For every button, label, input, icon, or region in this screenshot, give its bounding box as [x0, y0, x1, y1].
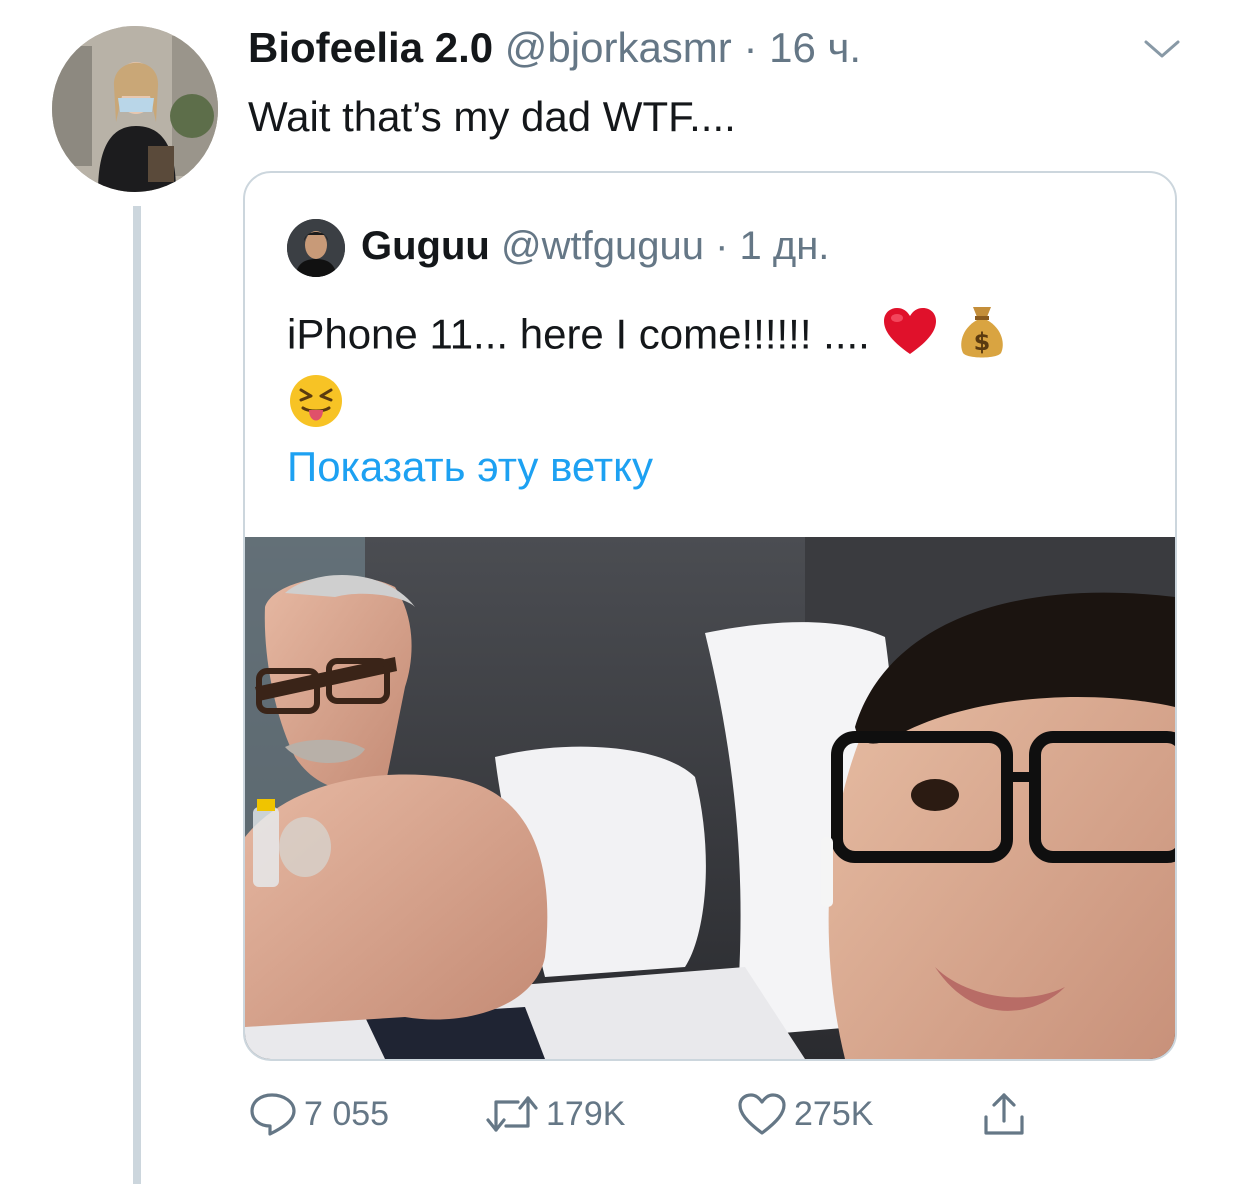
reply-button[interactable]: 7 055	[248, 1084, 389, 1144]
quoted-tweet-header: Guguu @wtfguguu · 1 дн.	[361, 221, 829, 271]
chevron-down-icon[interactable]	[1142, 34, 1182, 64]
quoted-tweet-text-block: iPhone 11... here I come!!!!!! .... $	[287, 303, 1147, 441]
red-heart-emoji	[882, 306, 938, 369]
tweet-page: Biofeelia 2.0 @bjorkasmr · 16 ч. Wait th…	[0, 0, 1236, 1184]
svg-text:$: $	[974, 328, 991, 356]
tweet-text: Wait that’s my dad WTF....	[248, 93, 736, 140]
heart-icon	[736, 1091, 788, 1137]
like-button[interactable]: 275K	[736, 1084, 873, 1144]
retweet-icon	[484, 1092, 540, 1136]
retweet-count: 179K	[546, 1094, 626, 1133]
retweet-button[interactable]: 179K	[484, 1084, 625, 1144]
show-thread-link[interactable]: Показать эту ветку	[287, 441, 653, 493]
avatar-photo	[52, 26, 218, 192]
money-bag-emoji: $	[957, 303, 1007, 372]
thread-line	[133, 206, 141, 1184]
tweet-header: Biofeelia 2.0 @bjorkasmr · 16 ч.	[248, 22, 861, 74]
tweet-photo[interactable]	[245, 537, 1175, 1059]
reply-count: 7 055	[304, 1094, 390, 1133]
quoted-user-avatar[interactable]	[287, 219, 345, 277]
like-count: 275K	[794, 1094, 874, 1133]
quoted-separator-dot: ·	[715, 224, 729, 268]
photo-image	[245, 537, 1175, 1059]
quoted-tweet-text: iPhone 11... here I come!!!!!! ....	[287, 310, 870, 358]
quoted-tweet[interactable]: Guguu @wtfguguu · 1 дн. iPhone 11... her…	[243, 171, 1177, 1061]
reply-icon	[248, 1091, 298, 1137]
user-handle[interactable]: @bjorkasmr	[505, 24, 732, 71]
quoted-avatar-photo	[287, 219, 345, 277]
quoted-user-handle[interactable]: @wtfguguu	[501, 224, 704, 268]
separator-dot: ·	[743, 24, 758, 71]
tweet-timestamp[interactable]: 16 ч.	[769, 24, 861, 71]
share-button[interactable]	[980, 1084, 1028, 1144]
display-name[interactable]: Biofeelia 2.0	[248, 24, 493, 71]
share-icon	[980, 1089, 1028, 1139]
tweet-actions-bar: 7 055 179K 275K	[248, 1084, 1048, 1144]
quoted-tweet-timestamp[interactable]: 1 дн.	[740, 224, 830, 268]
squinting-face-with-tongue-emoji	[287, 372, 345, 441]
user-avatar[interactable]	[52, 26, 218, 192]
quoted-display-name[interactable]: Guguu	[361, 224, 490, 268]
